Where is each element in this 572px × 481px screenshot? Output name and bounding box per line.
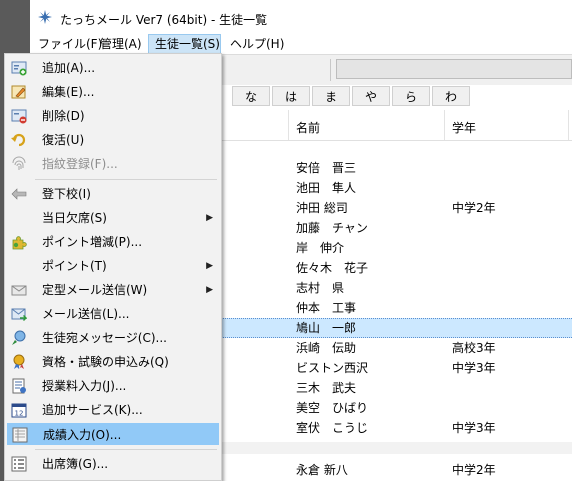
- edit-icon: [11, 85, 26, 99]
- menu-item-label: 生徒宛メッセージ(C)...: [42, 331, 167, 345]
- menu-item-fingerprint[interactable]: 指紋登録(F)...: [7, 153, 219, 175]
- kana-tab-ma[interactable]: ま: [312, 86, 350, 106]
- menu-item-additional-service[interactable]: 12 追加サービス(K)...: [7, 399, 219, 421]
- menu-item-label: 授業料入力(J)...: [42, 379, 127, 393]
- cell-name: 池田 隼人: [296, 181, 357, 195]
- cell-grade: 高校3年: [452, 341, 496, 355]
- calendar-day-label: 12: [15, 410, 24, 418]
- delete-icon: [11, 109, 27, 124]
- kana-tab-wa[interactable]: わ: [432, 86, 470, 106]
- submenu-arrow-icon: ▶: [206, 213, 213, 223]
- menu-item-label: 指紋登録(F)...: [42, 157, 118, 171]
- cell-name: 永倉 新八: [296, 463, 348, 477]
- kana-tab-na[interactable]: な: [232, 86, 270, 106]
- cell-name: ビストン西沢: [296, 361, 369, 375]
- cell-grade: 中学2年: [452, 201, 496, 215]
- arrows-icon: [11, 188, 27, 200]
- menu-item-label: 削除(D): [42, 109, 85, 123]
- message-icon: [12, 330, 26, 345]
- cell-grade: 中学3年: [452, 421, 496, 435]
- menu-item-attendance-book[interactable]: 出席簿(G)...: [7, 453, 219, 475]
- grades-icon: [12, 427, 28, 443]
- badge-icon: [13, 354, 25, 369]
- toolbar-divider: [330, 59, 331, 81]
- calendar-icon: 12: [11, 403, 27, 418]
- cell-name: 浜崎 伝助: [296, 341, 357, 355]
- puzzle-icon: [12, 236, 27, 250]
- menu-item-delete[interactable]: 削除(D): [7, 105, 219, 127]
- cell-grade: 中学3年: [452, 361, 496, 375]
- window-title: たっちメール Ver7 (64bit) - 生徒一覧: [60, 13, 268, 27]
- menu-separator: [35, 179, 217, 180]
- column-header-name[interactable]: 名前: [296, 119, 320, 136]
- fingerprint-icon: [12, 156, 26, 170]
- menu-item-label: 定型メール送信(W): [42, 283, 148, 297]
- title-bar: たっちメール Ver7 (64bit) - 生徒一覧: [30, 0, 572, 34]
- menu-item-label: 復活(U): [42, 133, 85, 147]
- add-user-icon: [11, 61, 27, 76]
- menu-item-send-mail[interactable]: メール送信(L)...: [7, 303, 219, 325]
- app-logo-icon: [38, 10, 52, 24]
- envelope-icon: [11, 285, 27, 296]
- cell-name: 佐々木 花子: [296, 261, 369, 275]
- menu-item-label: ポイント増減(P)...: [42, 235, 143, 249]
- menu-item-attendance-in-out[interactable]: 登下校(I): [7, 183, 219, 205]
- menu-help[interactable]: ヘルプ(H): [224, 34, 290, 54]
- menu-item-template-mail[interactable]: 定型メール送信(W) ▶: [7, 279, 219, 301]
- toolbar-search-field[interactable]: [336, 59, 572, 79]
- students-dropdown-menu: 追加(A)... 編集(E)... 削除(D) 復活(U) 指紋登録(F)...…: [4, 53, 222, 481]
- menu-item-label: 成績入力(O)...: [43, 428, 122, 442]
- menu-manage[interactable]: 管理(A): [94, 34, 148, 54]
- undo-icon: [11, 133, 26, 147]
- menu-item-points[interactable]: ポイント(T) ▶: [7, 255, 219, 277]
- cell-name: 加藤 チャン: [296, 221, 368, 235]
- cell-name: 三木 武夫: [296, 381, 357, 395]
- submenu-arrow-icon: ▶: [206, 285, 213, 295]
- menu-item-absence-today[interactable]: 当日欠席(S) ▶: [7, 207, 219, 229]
- menu-item-label: 追加(A)...: [42, 61, 96, 75]
- cell-name: 鳩山 一郎: [296, 321, 357, 335]
- menu-item-label: 当日欠席(S): [42, 211, 107, 225]
- menu-students[interactable]: 生徒一覧(S): [148, 34, 221, 54]
- menu-item-grade-input[interactable]: 成績入力(O)...: [7, 423, 219, 445]
- kana-tab-ya[interactable]: や: [352, 86, 390, 106]
- cell-name: 室伏 こうじ: [296, 421, 369, 435]
- submenu-arrow-icon: ▶: [206, 261, 213, 271]
- cell-name: 沖田 総司: [296, 201, 348, 215]
- column-header-grade[interactable]: 学年: [452, 119, 476, 136]
- column-divider[interactable]: [444, 110, 445, 140]
- menu-item-label: ポイント(T): [42, 259, 107, 273]
- menu-bar: ファイル(F) 管理(A) 生徒一覧(S) ヘルプ(H): [30, 34, 572, 54]
- menu-separator: [35, 449, 217, 450]
- menu-item-label: 資格・試験の申込み(Q): [42, 355, 169, 369]
- menu-item-label: 追加サービス(K)...: [42, 403, 143, 417]
- menu-item-restore[interactable]: 復活(U): [7, 129, 219, 151]
- document-icon: [12, 378, 26, 394]
- cell-name: 志村 県: [296, 281, 345, 295]
- kana-tab-ha[interactable]: は: [272, 86, 310, 106]
- column-divider[interactable]: [288, 110, 289, 140]
- list-icon: [11, 456, 27, 472]
- kana-tab-ra[interactable]: ら: [392, 86, 430, 106]
- menu-item-student-message[interactable]: 生徒宛メッセージ(C)...: [7, 327, 219, 349]
- mail-send-icon: [11, 308, 27, 321]
- cell-name: 仲本 工事: [296, 301, 357, 315]
- menu-item-add[interactable]: 追加(A)...: [7, 57, 219, 79]
- menu-item-label: 出席簿(G)...: [42, 457, 109, 471]
- menu-item-label: 登下校(I): [42, 187, 91, 201]
- cell-name: 安倍 晋三: [296, 161, 357, 175]
- cell-name: 美空 ひばり: [296, 401, 369, 415]
- menu-item-label: メール送信(L)...: [42, 307, 130, 321]
- menu-item-edit[interactable]: 編集(E)...: [7, 81, 219, 103]
- menu-item-exam-application[interactable]: 資格・試験の申込み(Q): [7, 351, 219, 373]
- cell-grade: 中学2年: [452, 463, 496, 477]
- column-divider[interactable]: [568, 110, 569, 140]
- menu-item-points-adjust[interactable]: ポイント増減(P)...: [7, 231, 219, 253]
- menu-item-label: 編集(E)...: [42, 85, 95, 99]
- menu-item-tuition[interactable]: 授業料入力(J)...: [7, 375, 219, 397]
- cell-name: 岸 伸介: [296, 241, 345, 255]
